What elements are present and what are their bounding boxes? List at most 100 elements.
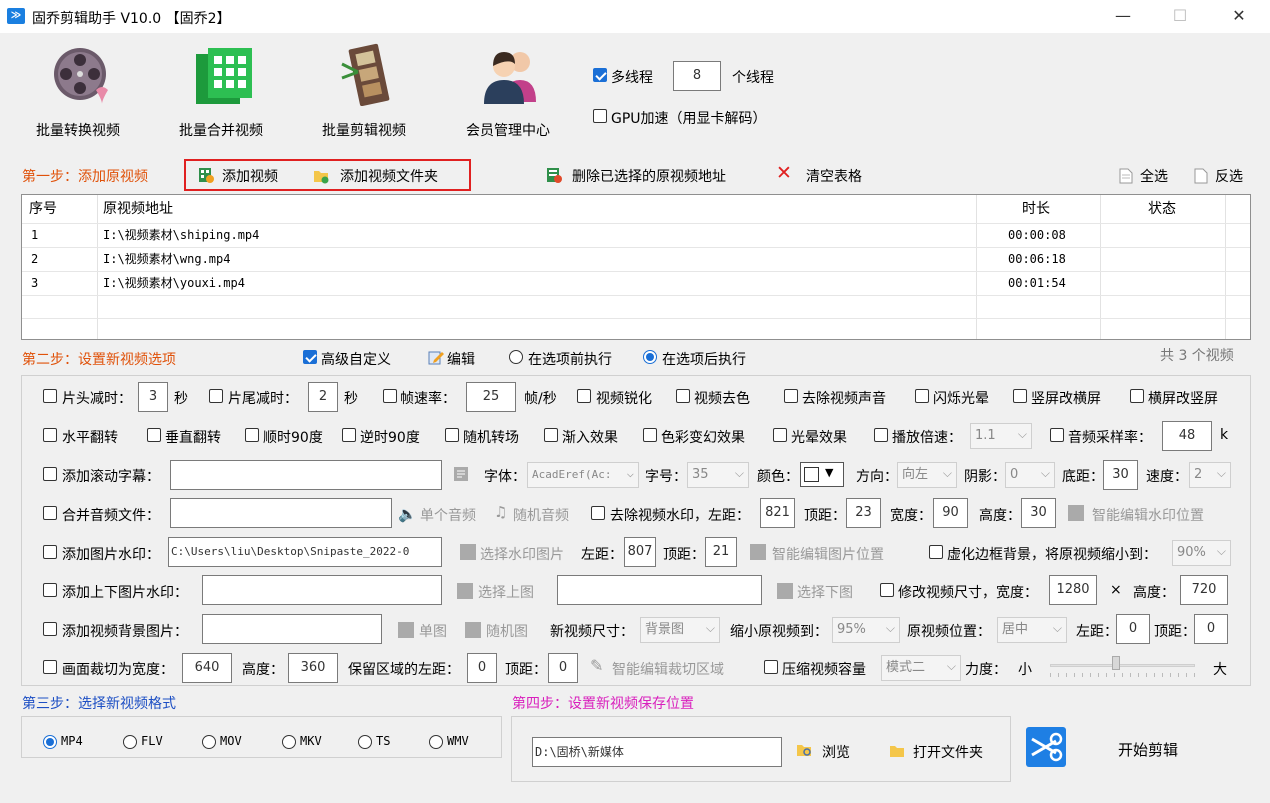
bg-top-input[interactable]: 0: [1194, 614, 1228, 644]
before-radio[interactable]: [509, 350, 523, 364]
minimize-button[interactable]: —: [1100, 4, 1146, 30]
flash-checkbox[interactable]: [915, 389, 929, 403]
direction-select[interactable]: 向左: [897, 462, 957, 488]
v2h-checkbox[interactable]: [1013, 389, 1027, 403]
choose-watermark-image-button[interactable]: 选择水印图片: [480, 544, 564, 564]
font-select[interactable]: AcadEref(Ac:: [527, 462, 639, 488]
merge-audio-input[interactable]: [170, 498, 392, 528]
close-button[interactable]: ✕: [1216, 4, 1262, 30]
scroll-text-checkbox[interactable]: [43, 467, 57, 481]
speed-select[interactable]: 1.1: [970, 423, 1032, 449]
top-image-input[interactable]: [202, 575, 442, 605]
samplerate-checkbox[interactable]: [1050, 428, 1064, 442]
tail-cut-input[interactable]: 2: [308, 382, 338, 412]
gpu-checkbox[interactable]: [593, 109, 607, 123]
colorfx-checkbox[interactable]: [643, 428, 657, 442]
samplerate-input[interactable]: 48: [1162, 421, 1212, 451]
scroll-speed-select[interactable]: 2: [1189, 462, 1231, 488]
format-mp4-radio[interactable]: [43, 735, 57, 749]
choose-bottom-image-button[interactable]: 选择下图: [797, 582, 853, 602]
crop-width-input[interactable]: 640: [182, 653, 232, 683]
col-header-path[interactable]: 原视频地址: [103, 195, 173, 223]
bottom-image-input[interactable]: [557, 575, 762, 605]
head-cut-checkbox[interactable]: [43, 389, 57, 403]
format-ts-radio[interactable]: [358, 735, 372, 749]
sharpen-checkbox[interactable]: [577, 389, 591, 403]
decolor-checkbox[interactable]: [676, 389, 690, 403]
bg-left-input[interactable]: 0: [1116, 614, 1150, 644]
maximize-button[interactable]: ☐: [1157, 4, 1203, 30]
fps-input[interactable]: 25: [466, 382, 516, 412]
after-radio[interactable]: [643, 350, 657, 364]
smart-watermark-button[interactable]: 智能编辑水印位置: [1092, 505, 1204, 525]
format-flv-radio[interactable]: [123, 735, 137, 749]
merge-audio-checkbox[interactable]: [43, 506, 57, 520]
size-select[interactable]: 35: [687, 462, 749, 488]
bottom-input[interactable]: 30: [1103, 460, 1138, 490]
bg-image-checkbox[interactable]: [43, 622, 57, 636]
keep-top-input[interactable]: 0: [548, 653, 578, 683]
h2v-checkbox[interactable]: [1130, 389, 1144, 403]
format-wmv-radio[interactable]: [429, 735, 443, 749]
speed-checkbox[interactable]: [874, 428, 888, 442]
resize-height-input[interactable]: 720: [1180, 575, 1228, 605]
blur-border-checkbox[interactable]: [929, 545, 943, 559]
transition-checkbox[interactable]: [445, 428, 459, 442]
save-path-input[interactable]: D:\固桥\新媒体: [532, 737, 782, 767]
blur-scale-select[interactable]: 90%: [1172, 540, 1231, 566]
ccw90-checkbox[interactable]: [342, 428, 356, 442]
fps-checkbox[interactable]: [383, 389, 397, 403]
fadein-checkbox[interactable]: [544, 428, 558, 442]
resize-width-input[interactable]: 1280: [1049, 575, 1097, 605]
tail-cut-checkbox[interactable]: [209, 389, 223, 403]
single-image-button[interactable]: 单图: [419, 621, 447, 641]
image-watermark-checkbox[interactable]: [43, 545, 57, 559]
format-mov-radio[interactable]: [202, 735, 216, 749]
crop-height-input[interactable]: 360: [288, 653, 338, 683]
advanced-checkbox[interactable]: [303, 350, 317, 364]
smart-image-position-button[interactable]: 智能编辑图片位置: [772, 544, 884, 564]
thread-count-input[interactable]: 8: [673, 61, 721, 91]
cw90-checkbox[interactable]: [245, 428, 259, 442]
scroll-text-input[interactable]: [170, 460, 442, 490]
new-size-select[interactable]: 背景图: [640, 617, 720, 643]
hflip-checkbox[interactable]: [43, 428, 57, 442]
topbottom-watermark-checkbox[interactable]: [43, 583, 57, 597]
head-cut-input[interactable]: 3: [138, 382, 168, 412]
strength-slider[interactable]: [1050, 656, 1195, 678]
bg-image-input[interactable]: [202, 614, 382, 644]
shadow-select[interactable]: 0: [1005, 462, 1055, 488]
compress-checkbox[interactable]: [764, 660, 778, 674]
position-select[interactable]: 居中: [997, 617, 1067, 643]
random-image-button[interactable]: 随机图: [486, 621, 528, 641]
wm-top-input[interactable]: 23: [846, 498, 881, 528]
compress-mode-select[interactable]: 模式二: [881, 655, 961, 681]
col-header-status[interactable]: 状态: [1148, 195, 1176, 223]
random-audio-button[interactable]: 随机音频: [513, 505, 569, 525]
mute-checkbox[interactable]: [784, 389, 798, 403]
text-edit-icon[interactable]: [453, 466, 469, 482]
halo-checkbox[interactable]: [773, 428, 787, 442]
single-audio-button[interactable]: 单个音频: [420, 505, 476, 525]
wm-height-input[interactable]: 30: [1021, 498, 1056, 528]
vflip-checkbox[interactable]: [147, 428, 161, 442]
resize-checkbox[interactable]: [880, 583, 894, 597]
smart-crop-button[interactable]: 智能编辑裁切区域: [612, 659, 724, 679]
col-header-index[interactable]: 序号: [29, 195, 57, 223]
wm-width-input[interactable]: 90: [933, 498, 968, 528]
choose-top-image-button[interactable]: 选择上图: [478, 582, 534, 602]
img-top-input[interactable]: 21: [705, 537, 737, 567]
multithread-checkbox[interactable]: [593, 68, 607, 82]
remove-watermark-checkbox[interactable]: [591, 506, 605, 520]
wm-left-input[interactable]: 821: [760, 498, 795, 528]
format-mkv-radio[interactable]: [282, 735, 296, 749]
slider-thumb[interactable]: [1112, 656, 1120, 670]
crop-checkbox[interactable]: [43, 660, 57, 674]
video-table[interactable]: 序号 原视频地址 时长 状态 1 I:\视频素材\shiping.mp4 00:…: [21, 194, 1251, 340]
shrink-select[interactable]: 95%: [832, 617, 900, 643]
col-header-duration[interactable]: 时长: [1022, 195, 1050, 223]
image-watermark-path-input[interactable]: C:\Users\liu\Desktop\Snipaste_2022-0: [168, 537, 442, 567]
img-left-input[interactable]: 807: [624, 537, 656, 567]
keep-left-input[interactable]: 0: [467, 653, 497, 683]
color-picker[interactable]: ▼: [800, 462, 844, 487]
